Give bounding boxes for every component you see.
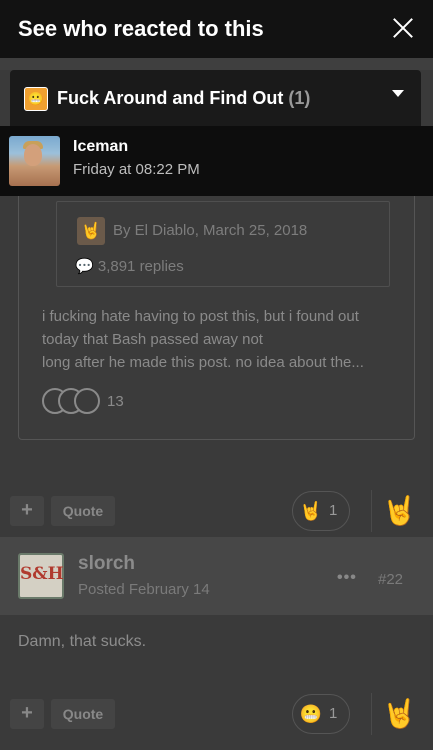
- post-number[interactable]: #22: [378, 571, 403, 588]
- post-snippet: i fucking hate having to post this, but …: [42, 305, 402, 374]
- avatar[interactable]: S&H: [18, 553, 64, 599]
- react-button[interactable]: 🤘: [382, 492, 417, 530]
- reaction-type-count: (1): [288, 88, 311, 108]
- avatar-face: [24, 144, 42, 166]
- modal-header: See who reacted to this: [0, 0, 433, 58]
- snippet-line: long after he made this post. no idea ab…: [42, 354, 364, 371]
- topic-replies: 💬 3,891 replies: [75, 257, 184, 275]
- reaction-filter-label: Fuck Around and Find Out (1): [57, 88, 310, 109]
- snippet-reaction-count: 13: [107, 393, 124, 410]
- close-icon[interactable]: [390, 15, 416, 41]
- rock-on-icon: 🤘: [382, 698, 417, 729]
- reaction-type-name: Fuck Around and Find Out: [57, 88, 284, 108]
- reaction-icon: [74, 388, 100, 414]
- post-date: Posted February 14: [78, 581, 210, 598]
- topic-thumbnail: 🤘: [77, 217, 105, 245]
- post-author[interactable]: slorch: [78, 553, 135, 575]
- react-button[interactable]: 🤘: [382, 695, 417, 733]
- snippet-line: today that Bash passed away not: [42, 331, 263, 348]
- reaction-summary[interactable]: 🤘 1: [292, 491, 350, 531]
- snippet-line: i fucking hate having to post this, but …: [42, 308, 359, 325]
- topic-replies-count: 3,891 replies: [97, 258, 184, 275]
- reaction-icon: 😬: [299, 704, 323, 724]
- reaction-type-icon: 😬: [24, 87, 48, 111]
- chevron-down-icon: [392, 90, 404, 97]
- rock-on-icon: 🤘: [382, 495, 417, 526]
- reaction-count: 1: [329, 502, 338, 519]
- post-action-bar: + Quote 🤘 1 🤘: [0, 490, 433, 534]
- snippet-reactions[interactable]: [42, 388, 102, 416]
- topic-author-date: By El Diablo, March 25, 2018: [113, 222, 308, 239]
- multiquote-button[interactable]: +: [10, 496, 44, 526]
- quote-button[interactable]: Quote: [51, 699, 115, 729]
- comment-icon: 💬: [75, 258, 94, 275]
- reactor-list-item[interactable]: Iceman Friday at 08:22 PM: [0, 126, 433, 196]
- avatar[interactable]: [9, 136, 60, 186]
- reaction-filter-dropdown[interactable]: 😬 Fuck Around and Find Out (1): [10, 70, 421, 126]
- quote-button[interactable]: Quote: [51, 496, 115, 526]
- reactor-name[interactable]: Iceman: [73, 138, 128, 156]
- modal-spacer: [0, 58, 433, 70]
- divider: [371, 490, 372, 532]
- post-body: Damn, that sucks.: [18, 633, 147, 650]
- reaction-time: Friday at 08:22 PM: [73, 161, 200, 178]
- divider: [371, 693, 372, 735]
- rock-on-icon: 🤘: [299, 501, 323, 521]
- reaction-summary[interactable]: 😬 1: [292, 694, 350, 734]
- multiquote-button[interactable]: +: [10, 699, 44, 729]
- post-action-bar: + Quote 😬 1 🤘: [0, 693, 433, 737]
- modal-title: See who reacted to this: [18, 16, 264, 41]
- quoted-topic-card[interactable]: 🤘 By El Diablo, March 25, 2018 💬 3,891 r…: [56, 201, 390, 287]
- post-header: S&H slorch Posted February 14 ••• #22: [0, 537, 433, 615]
- reaction-count: 1: [329, 705, 338, 722]
- more-options-button[interactable]: •••: [337, 569, 357, 587]
